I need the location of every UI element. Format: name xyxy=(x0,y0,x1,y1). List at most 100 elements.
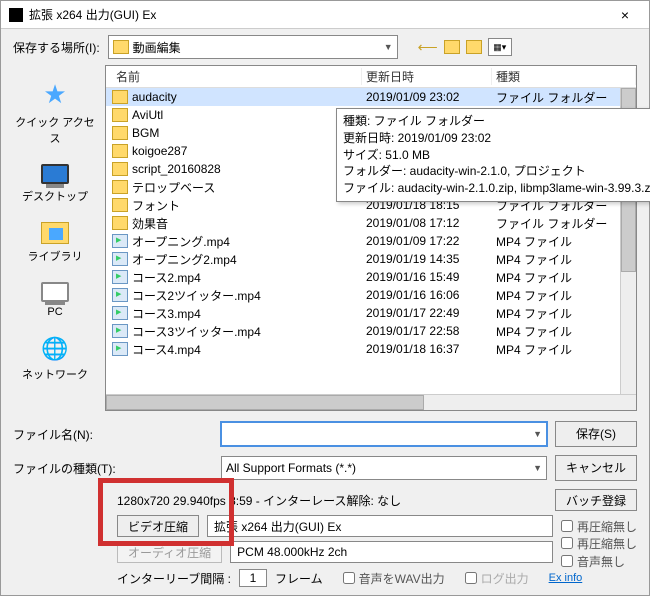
file-type: ファイル フォルダー xyxy=(496,215,636,232)
place-network[interactable]: 🌐ネットワーク xyxy=(22,336,88,382)
file-type: ファイル フォルダー xyxy=(496,89,636,106)
file-row[interactable]: オープニング.mp42019/01/09 17:22MP4 ファイル xyxy=(106,232,636,250)
place-quick-access[interactable]: ★クイック アクセス xyxy=(13,79,97,146)
highlight-annotation xyxy=(98,478,234,546)
log-output-checkbox[interactable]: ログ出力 xyxy=(465,570,529,587)
audio-no-recompress-checkbox[interactable]: 再圧縮無し xyxy=(561,535,637,552)
file-name: audacity xyxy=(132,90,366,104)
file-icon xyxy=(112,270,128,284)
folder-icon xyxy=(112,144,128,158)
interleave-label: インターリーブ間隔 : xyxy=(117,570,231,587)
file-icon xyxy=(112,234,128,248)
file-name: オープニング.mp4 xyxy=(132,233,366,250)
file-icon xyxy=(112,324,128,338)
file-type: MP4 ファイル xyxy=(496,233,636,250)
file-row[interactable]: コース4.mp42019/01/18 16:37MP4 ファイル xyxy=(106,340,636,358)
video-codec-field[interactable]: 拡張 x264 出力(GUI) Ex xyxy=(207,515,553,537)
file-date: 2019/01/09 17:22 xyxy=(366,234,496,248)
app-icon xyxy=(9,8,23,22)
folder-icon xyxy=(112,126,128,140)
file-date: 2019/01/19 14:35 xyxy=(366,252,496,266)
desktop-icon xyxy=(41,164,69,184)
file-date: 2019/01/16 15:49 xyxy=(366,270,496,284)
window-title: 拡張 x264 出力(GUI) Ex xyxy=(29,6,609,23)
file-row[interactable]: オープニング2.mp42019/01/19 14:35MP4 ファイル xyxy=(106,250,636,268)
location-combo[interactable]: 動画編集 ▼ xyxy=(108,35,398,59)
location-value: 動画編集 xyxy=(133,39,181,56)
chevron-down-icon: ▼ xyxy=(533,429,542,439)
file-row[interactable]: audacity2019/01/09 23:02ファイル フォルダー xyxy=(106,88,636,106)
file-row[interactable]: コース2.mp42019/01/16 15:49MP4 ファイル xyxy=(106,268,636,286)
file-type: MP4 ファイル xyxy=(496,323,636,340)
file-icon xyxy=(112,306,128,320)
file-date: 2019/01/18 16:37 xyxy=(366,342,496,356)
file-name: コース3.mp4 xyxy=(132,305,366,322)
file-name: 効果音 xyxy=(132,215,366,232)
file-date: 2019/01/17 22:58 xyxy=(366,324,496,338)
file-name: コース2.mp4 xyxy=(132,269,366,286)
place-library[interactable]: ライブラリ xyxy=(28,222,83,264)
file-name: オープニング2.mp4 xyxy=(132,251,366,268)
new-folder-icon[interactable] xyxy=(466,40,482,54)
folder-icon xyxy=(113,40,129,54)
cancel-button[interactable]: キャンセル xyxy=(555,455,637,481)
horizontal-scrollbar[interactable] xyxy=(106,394,636,410)
filename-input[interactable]: ▼ xyxy=(221,422,547,446)
wav-output-checkbox[interactable]: 音声をWAV出力 xyxy=(343,570,445,587)
column-type[interactable]: 種類 xyxy=(492,68,636,85)
column-date[interactable]: 更新日時 xyxy=(362,68,492,85)
save-button[interactable]: 保存(S) xyxy=(555,421,637,447)
filename-label: ファイル名(N): xyxy=(13,426,213,443)
file-name: AviUtl xyxy=(132,108,366,122)
dialog-window: 拡張 x264 出力(GUI) Ex × 保存する場所(I): 動画編集 ▼ ⟵… xyxy=(0,0,650,596)
file-date: 2019/01/08 17:12 xyxy=(366,216,496,230)
file-name: コース4.mp4 xyxy=(132,341,366,358)
place-desktop[interactable]: デスクトップ xyxy=(22,164,88,204)
location-toolbar: 保存する場所(I): 動画編集 ▼ ⟵ ▦▾ xyxy=(1,29,649,65)
view-menu-button[interactable]: ▦▾ xyxy=(488,38,512,56)
folder-icon xyxy=(112,180,128,194)
chevron-down-icon: ▼ xyxy=(533,463,542,473)
filetype-label: ファイルの種類(T): xyxy=(13,460,213,477)
file-type: MP4 ファイル xyxy=(496,251,636,268)
file-icon xyxy=(112,288,128,302)
list-header: 名前 更新日時 種類 xyxy=(106,66,636,88)
file-row[interactable]: コース3ツイッター.mp42019/01/17 22:58MP4 ファイル xyxy=(106,322,636,340)
video-no-recompress-checkbox[interactable]: 再圧縮無し xyxy=(561,518,637,535)
chevron-down-icon: ▼ xyxy=(384,42,393,52)
file-type: MP4 ファイル xyxy=(496,341,636,358)
file-name: フォント xyxy=(132,197,366,214)
file-name: koigoe287 xyxy=(132,144,366,158)
no-audio-checkbox[interactable]: 音声無し xyxy=(561,553,637,570)
file-row[interactable]: コース2ツイッター.mp42019/01/16 16:06MP4 ファイル xyxy=(106,286,636,304)
interleave-input[interactable] xyxy=(239,569,267,587)
file-row[interactable]: コース3.mp42019/01/17 22:49MP4 ファイル xyxy=(106,304,636,322)
place-pc[interactable]: PC xyxy=(41,282,69,318)
file-icon xyxy=(112,252,128,266)
close-button[interactable]: × xyxy=(609,7,641,23)
file-icon xyxy=(112,342,128,356)
file-name: テロップベース xyxy=(132,179,366,196)
file-type: MP4 ファイル xyxy=(496,305,636,322)
file-name: コース2ツイッター.mp4 xyxy=(132,287,366,304)
batch-register-button[interactable]: バッチ登録 xyxy=(555,489,637,511)
file-date: 2019/01/17 22:49 xyxy=(366,306,496,320)
filetype-combo[interactable]: All Support Formats (*.*)▼ xyxy=(221,456,547,480)
places-bar: ★クイック アクセス デスクトップ ライブラリ PC 🌐ネットワーク xyxy=(13,65,97,411)
file-row[interactable]: 効果音2019/01/08 17:12ファイル フォルダー xyxy=(106,214,636,232)
ex-info-link[interactable]: Ex info xyxy=(549,572,583,584)
file-name: BGM xyxy=(132,126,366,140)
file-tooltip: 種類: ファイル フォルダー 更新日時: 2019/01/09 23:02 サイ… xyxy=(336,108,650,202)
network-icon: 🌐 xyxy=(41,336,68,362)
file-type: MP4 ファイル xyxy=(496,287,636,304)
folder-icon xyxy=(112,198,128,212)
audio-codec-field[interactable]: PCM 48.000kHz 2ch xyxy=(230,541,553,563)
interleave-unit: フレーム xyxy=(275,570,323,587)
star-icon: ★ xyxy=(43,79,66,110)
file-type: MP4 ファイル xyxy=(496,269,636,286)
file-list: 名前 更新日時 種類 audacity2019/01/09 23:02ファイル … xyxy=(105,65,637,411)
file-name: script_20160828 xyxy=(132,162,366,176)
column-name[interactable]: 名前 xyxy=(112,68,362,85)
up-folder-icon[interactable] xyxy=(444,40,460,54)
back-icon[interactable]: ⟵ xyxy=(418,39,438,56)
